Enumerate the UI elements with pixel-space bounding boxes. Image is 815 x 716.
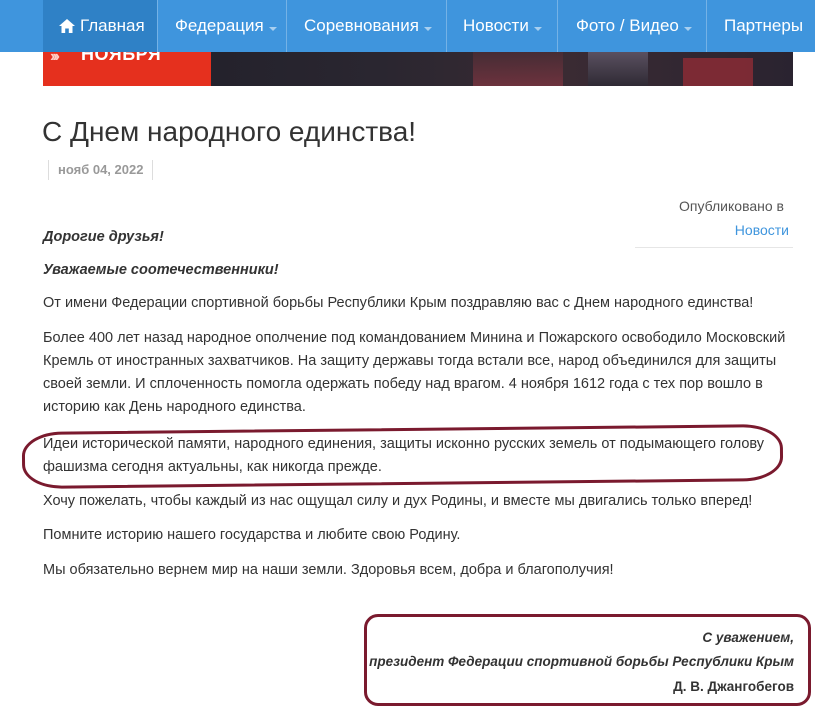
- hero-banner-image: ››› НОЯБРЯ: [43, 52, 793, 86]
- greeting-friends: Дорогие друзья!: [43, 229, 164, 245]
- banner-chevrons: ›››: [50, 52, 60, 65]
- paragraph-congratulation: От имени Федерации спортивной борьбы Рес…: [43, 295, 754, 311]
- nav-item-competitions[interactable]: Соревнования: [304, 0, 432, 52]
- banner-date-block: ››› НОЯБРЯ: [43, 52, 211, 86]
- nav-item-competitions-label: Соревнования: [304, 16, 419, 35]
- paragraph-peace: Мы обязательно вернем мир на наши земли.…: [43, 562, 614, 578]
- banner-month-text: НОЯБРЯ: [81, 52, 162, 64]
- nav-divider: [446, 0, 447, 52]
- nav-divider: [706, 0, 707, 52]
- signature-regards: С уважением,: [702, 630, 794, 645]
- banner-photo-area: [473, 52, 563, 86]
- article-date: нояб 04, 2022: [48, 160, 154, 180]
- signature-name: Д. В. Джангобегов: [673, 679, 794, 694]
- nav-item-photo-video-label: Фото / Видео: [576, 16, 679, 35]
- nav-divider: [557, 0, 558, 52]
- chevron-down-icon: [423, 27, 432, 31]
- banner-photo-area: [588, 52, 648, 86]
- chevron-down-icon: [268, 27, 277, 31]
- nav-item-federation-label: Федерация: [175, 16, 264, 35]
- banner-photo-area: [683, 58, 753, 86]
- paragraph-remember: Помните историю нашего государства и люб…: [43, 527, 461, 543]
- chevron-down-icon: [533, 27, 542, 31]
- published-label: Опубликовано в: [679, 198, 784, 214]
- nav-divider: [157, 0, 158, 52]
- nav-item-home[interactable]: Главная: [43, 0, 157, 52]
- nav-item-news-label: Новости: [463, 16, 529, 35]
- nav-item-partners[interactable]: Партнеры: [724, 0, 803, 52]
- nav-item-federation[interactable]: Федерация: [175, 0, 277, 52]
- greeting-compatriots: Уважаемые соотечественники!: [43, 262, 279, 278]
- paragraph-wish: Хочу пожелать, чтобы каждый из нас ощуща…: [43, 493, 753, 509]
- paragraph-history: Более 400 лет назад народное ополчение п…: [43, 330, 786, 415]
- nav-item-news[interactable]: Новости: [463, 0, 542, 52]
- nav-item-home-label: Главная: [80, 16, 145, 35]
- paragraph-ideas: Идеи исторической памяти, народного един…: [43, 436, 765, 475]
- article-title: С Днем народного единства!: [42, 116, 417, 147]
- nav-item-photo-video[interactable]: Фото / Видео: [576, 0, 692, 52]
- nav-divider: [286, 0, 287, 52]
- nav-item-partners-label: Партнеры: [724, 16, 804, 35]
- home-icon: [59, 19, 75, 33]
- main-navbar: Главная Федерация Соревнования Новости Ф…: [0, 0, 815, 52]
- signature-position: президент Федерации спортивной борьбы Ре…: [369, 654, 794, 669]
- chevron-down-icon: [683, 27, 692, 31]
